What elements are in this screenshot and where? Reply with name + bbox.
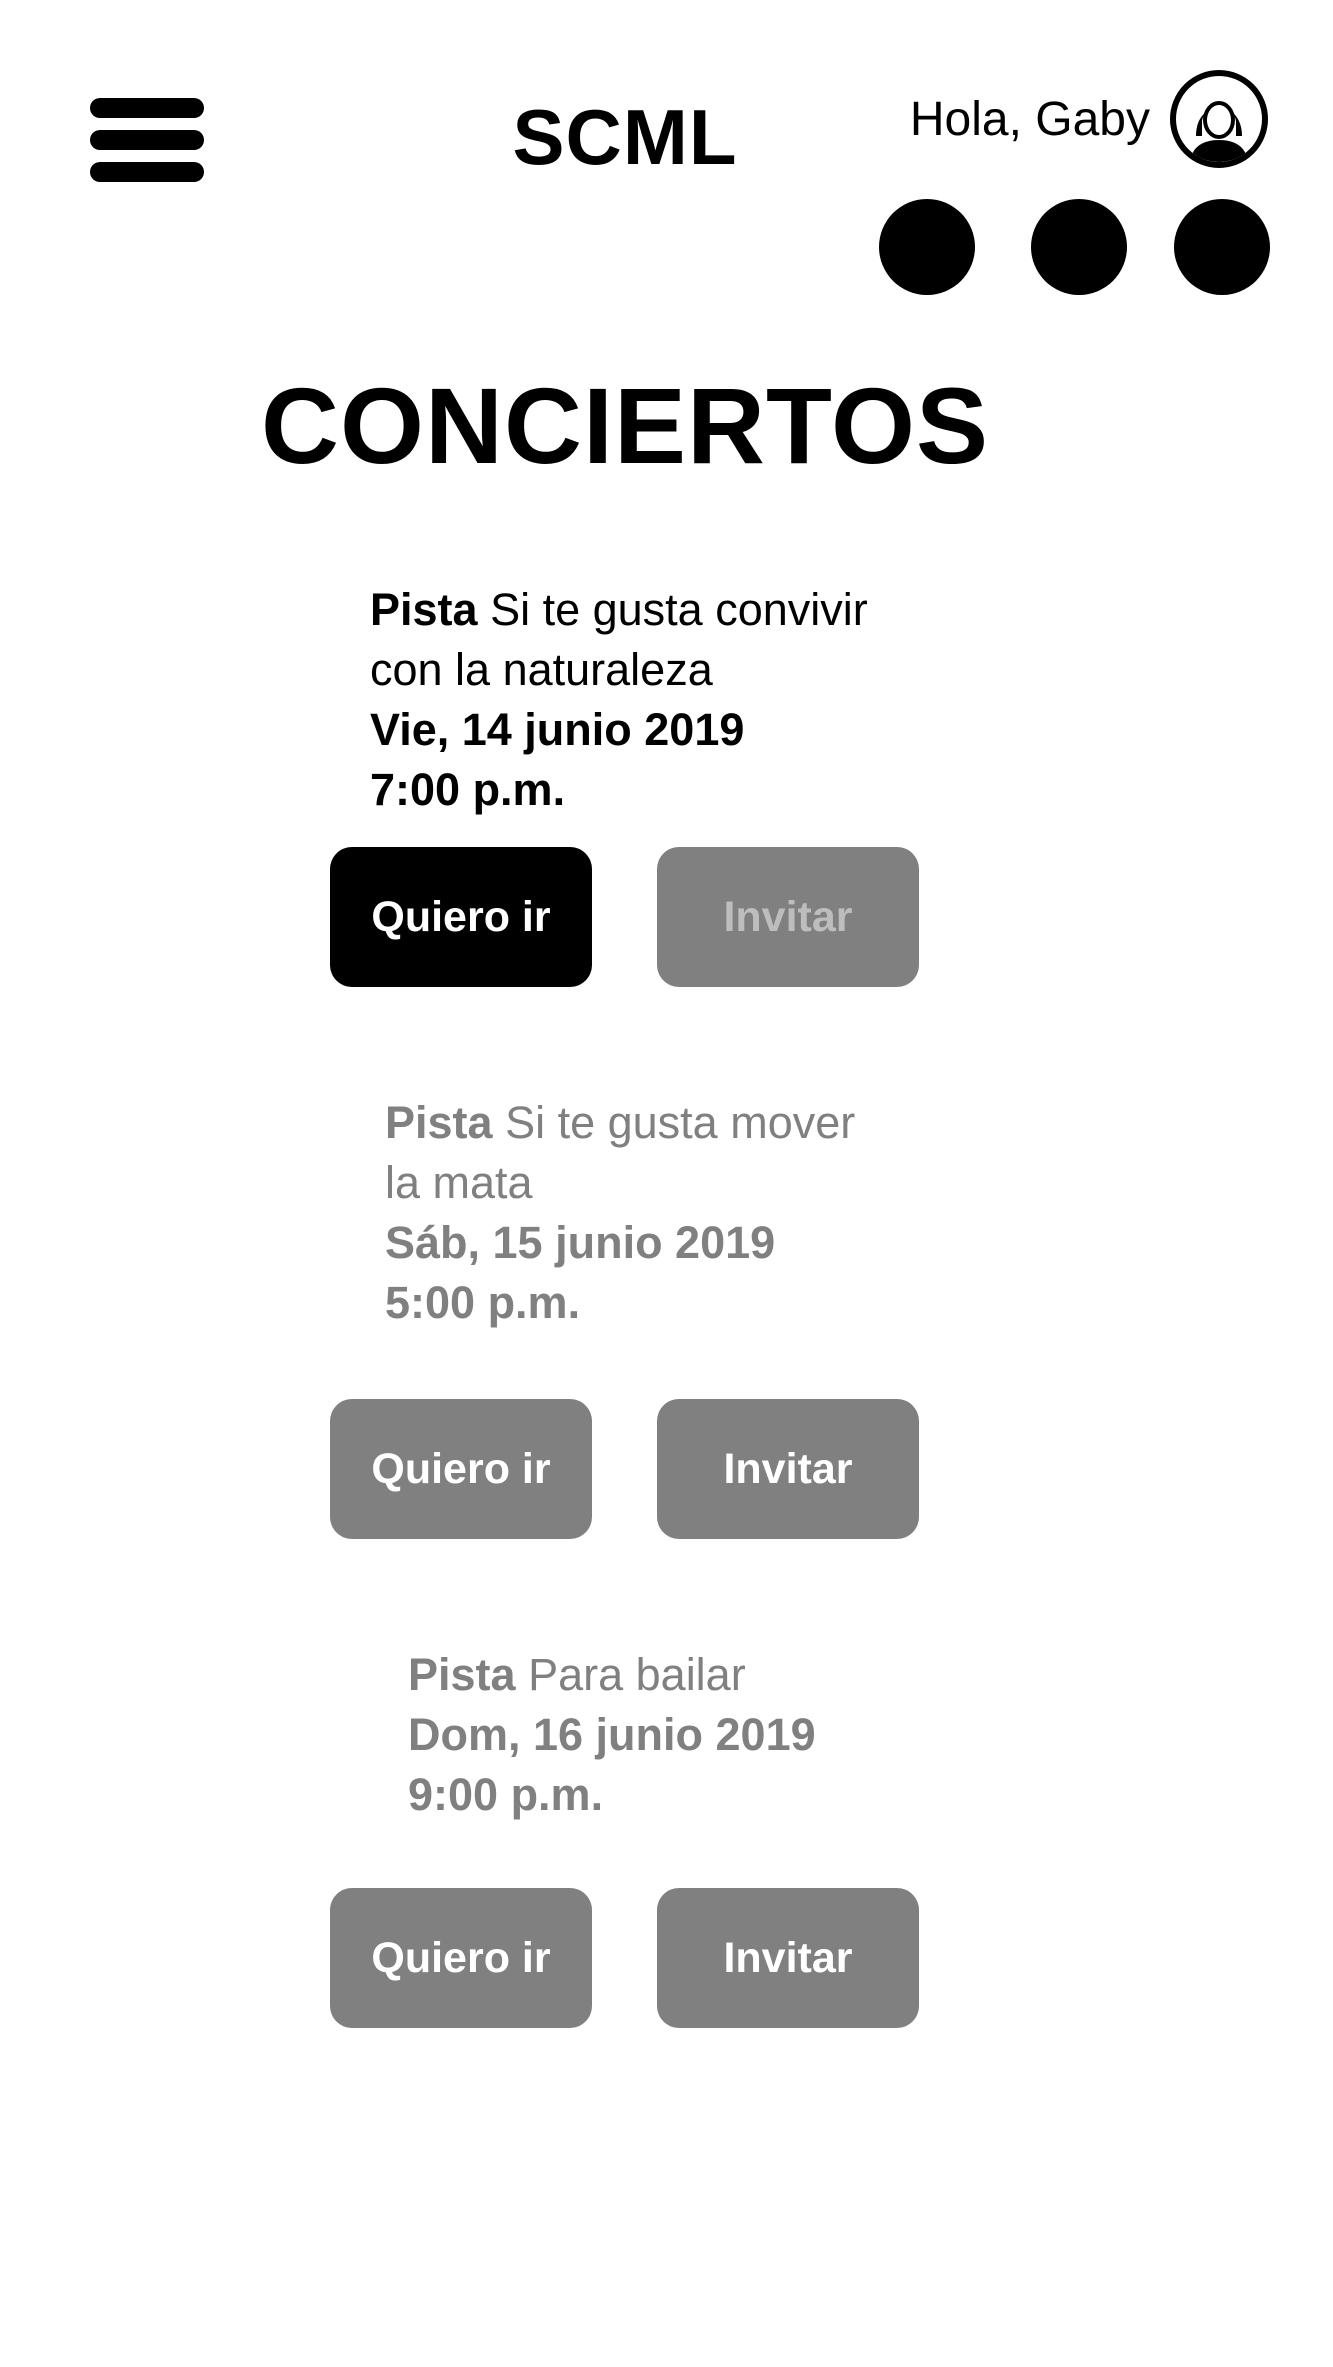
hamburger-menu-icon[interactable] bbox=[90, 98, 204, 184]
track-description: Para bailar bbox=[528, 1649, 746, 1700]
concert-date: Dom, 16 junio 2019 bbox=[408, 1709, 816, 1760]
invitar-button[interactable]: Invitar bbox=[657, 1399, 919, 1539]
track-label: Pista bbox=[408, 1649, 516, 1700]
concert-info: Pista Si te gusta mover la mata Sáb, 15 … bbox=[385, 1093, 855, 1333]
track-description-cont: con la naturaleza bbox=[370, 644, 713, 695]
concert-time: 7:00 p.m. bbox=[370, 764, 566, 815]
option-dot-2[interactable] bbox=[1031, 199, 1127, 295]
concert-date: Vie, 14 junio 2019 bbox=[370, 704, 745, 755]
track-description-cont: la mata bbox=[385, 1157, 533, 1208]
quiero-ir-button[interactable]: Quiero ir bbox=[330, 847, 592, 987]
track-label: Pista bbox=[370, 584, 478, 635]
quiero-ir-button[interactable]: Quiero ir bbox=[330, 1888, 592, 2028]
concert-info: Pista Para bailar Dom, 16 junio 2019 9:0… bbox=[408, 1645, 816, 1825]
track-description: Si te gusta convivir bbox=[490, 584, 868, 635]
concert-time: 5:00 p.m. bbox=[385, 1277, 581, 1328]
track-description: Si te gusta mover bbox=[505, 1097, 856, 1148]
track-line: Pista Para bailar bbox=[408, 1645, 816, 1705]
option-dot-1[interactable] bbox=[879, 199, 975, 295]
concert-time: 9:00 p.m. bbox=[408, 1769, 604, 1820]
option-dot-3[interactable] bbox=[1174, 199, 1270, 295]
invitar-button[interactable]: Invitar bbox=[657, 1888, 919, 2028]
track-label: Pista bbox=[385, 1097, 493, 1148]
page-title: CONCIERTOS bbox=[260, 365, 990, 486]
app-title: SCML bbox=[512, 93, 738, 181]
track-line: Pista Si te gusta mover bbox=[385, 1093, 855, 1153]
concert-date: Sáb, 15 junio 2019 bbox=[385, 1217, 776, 1268]
user-avatar-icon[interactable] bbox=[1170, 70, 1268, 168]
user-greeting: Hola, Gaby bbox=[909, 93, 1150, 146]
track-line: Pista Si te gusta convivir bbox=[370, 580, 868, 640]
concert-info: Pista Si te gusta convivir con la natura… bbox=[370, 580, 868, 820]
invitar-button[interactable]: Invitar bbox=[657, 847, 919, 987]
quiero-ir-button[interactable]: Quiero ir bbox=[330, 1399, 592, 1539]
